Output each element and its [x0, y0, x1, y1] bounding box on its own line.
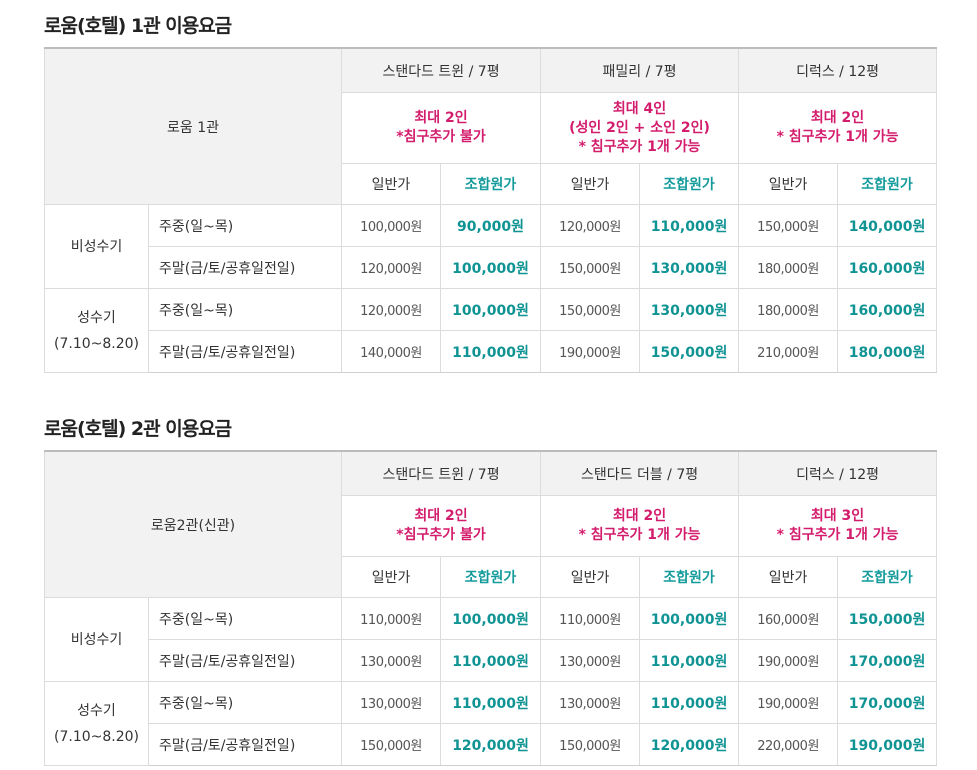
regular-price-header: 일반가	[341, 163, 441, 205]
member-price: 140,000원	[837, 204, 938, 247]
corner-hotel-label: 로움 1관	[44, 47, 342, 205]
regular-price: 130,000원	[540, 681, 641, 724]
member-price-header: 조합원가	[837, 556, 938, 598]
member-price: 180,000원	[837, 330, 938, 373]
member-price-header: 조합원가	[837, 163, 938, 205]
period-label: 주말(금/토/공휴일전일)	[147, 723, 343, 766]
season-label: 비성수기	[44, 204, 149, 289]
member-price: 150,000원	[837, 597, 938, 640]
table-row: 주말(금/토/공휴일전일) 120,000원 100,000원 150,000원…	[45, 246, 938, 289]
room-type-header: 스탠다드 트윈 / 7평	[341, 450, 542, 496]
table-row: 성수기 (7.10~8.20) 주중(일~목) 130,000원 110,000…	[44, 681, 938, 766]
member-price-header: 조합원가	[440, 556, 542, 598]
member-price: 110,000원	[639, 204, 740, 247]
room-capacity: 최대 2인 *침구추가 불가	[340, 92, 542, 164]
regular-price: 220,000원	[738, 723, 839, 766]
period-label: 주중(일~목)	[147, 681, 343, 724]
regular-price: 130,000원	[540, 639, 641, 682]
regular-price: 150,000원	[540, 246, 641, 289]
regular-price-header: 일반가	[738, 556, 839, 598]
season-label: 성수기 (7.10~8.20)	[44, 681, 149, 766]
period-label: 주말(금/토/공휴일전일)	[148, 330, 342, 373]
regular-price-header: 일반가	[540, 556, 641, 598]
room-type-header: 디럭스 / 12평	[738, 450, 938, 496]
table-row: 주말(금/토/공휴일전일) 130,000원 110,000원 130,000원…	[45, 639, 938, 682]
regular-price: 190,000원	[738, 639, 839, 682]
regular-price-header: 일반가	[540, 163, 641, 205]
period-label: 주중(일~목)	[148, 288, 342, 331]
member-price: 100,000원	[440, 597, 542, 640]
member-price: 130,000원	[639, 246, 740, 289]
regular-price: 100,000원	[341, 204, 441, 247]
member-price: 110,000원	[639, 639, 740, 682]
room-type-header: 패밀리 / 7평	[540, 47, 740, 93]
regular-price: 130,000원	[341, 681, 442, 724]
corner-hotel-label: 로움2관(신관)	[43, 450, 343, 598]
rate-table-hall-1: 로움 1관 스탠다드 트윈 / 7평 패밀리 / 7평 디럭스 / 12평 최대…	[44, 47, 938, 373]
member-price: 190,000원	[837, 723, 938, 766]
section-title-hall-1: 로움(호텔) 1관 이용요금	[44, 15, 232, 37]
regular-price-header: 일반가	[738, 163, 839, 205]
member-price: 120,000원	[440, 723, 542, 766]
room-capacity: 최대 3인 * 침구추가 1개 가능	[738, 495, 938, 557]
section-title-hall-2: 로움(호텔) 2관 이용요금	[44, 418, 232, 440]
regular-price: 150,000원	[341, 723, 442, 766]
season-label: 비성수기	[44, 597, 149, 682]
regular-price: 150,000원	[738, 204, 839, 247]
member-price: 110,000원	[639, 681, 740, 724]
member-price: 110,000원	[439, 330, 542, 373]
period-label: 주중(일~목)	[147, 597, 343, 640]
rate-table-hall-2: 로움2관(신관) 스탠다드 트윈 / 7평 스탠다드 더블 / 7평 디럭스 /…	[43, 450, 938, 766]
room-capacity: 최대 2인 *침구추가 불가	[341, 495, 542, 557]
member-price: 120,000원	[639, 723, 740, 766]
room-capacity: 최대 2인 * 침구추가 1개 가능	[540, 495, 740, 557]
member-price: 170,000원	[837, 681, 938, 724]
room-type-header: 디럭스 / 12평	[738, 47, 938, 93]
member-price: 100,000원	[639, 597, 740, 640]
period-label: 주말(금/토/공휴일전일)	[148, 246, 342, 289]
regular-price: 140,000원	[341, 330, 441, 373]
regular-price-header: 일반가	[341, 556, 442, 598]
member-price-header: 조합원가	[639, 556, 740, 598]
regular-price: 110,000원	[341, 597, 442, 640]
room-type-header: 스탠다드 트윈 / 7평	[340, 47, 542, 93]
member-price: 150,000원	[639, 330, 740, 373]
regular-price: 190,000원	[738, 681, 839, 724]
table-row: 비성수기 주중(일~목) 100,000원 90,000원 120,000원 1…	[44, 204, 938, 289]
period-label: 주중(일~목)	[148, 204, 342, 247]
regular-price: 120,000원	[540, 204, 641, 247]
regular-price: 120,000원	[341, 246, 441, 289]
regular-price: 150,000원	[540, 723, 641, 766]
regular-price: 120,000원	[341, 288, 441, 331]
season-label: 성수기 (7.10~8.20)	[44, 288, 149, 373]
regular-price: 130,000원	[341, 639, 442, 682]
table-row: 주말(금/토/공휴일전일) 140,000원 110,000원 190,000원…	[45, 330, 938, 373]
member-price: 160,000원	[837, 288, 938, 331]
member-price: 90,000원	[439, 204, 542, 247]
regular-price: 110,000원	[540, 597, 641, 640]
member-price: 100,000원	[439, 246, 542, 289]
table-row: 성수기 (7.10~8.20) 주중(일~목) 120,000원 100,000…	[44, 288, 938, 373]
member-price-header: 조합원가	[639, 163, 740, 205]
table-row: 주말(금/토/공휴일전일) 150,000원 120,000원 150,000원…	[45, 723, 938, 766]
member-price-header: 조합원가	[439, 163, 542, 205]
regular-price: 160,000원	[738, 597, 839, 640]
period-label: 주말(금/토/공휴일전일)	[147, 639, 343, 682]
regular-price: 180,000원	[738, 288, 839, 331]
table-row: 비성수기 주중(일~목) 110,000원 100,000원 110,000원 …	[44, 597, 938, 682]
member-price: 160,000원	[837, 246, 938, 289]
room-capacity: 최대 2인 * 침구추가 1개 가능	[738, 92, 938, 164]
room-capacity: 최대 4인 (성인 2인 + 소인 2인) * 침구추가 1개 가능	[540, 92, 740, 164]
regular-price: 180,000원	[738, 246, 839, 289]
member-price: 170,000원	[837, 639, 938, 682]
member-price: 130,000원	[639, 288, 740, 331]
member-price: 100,000원	[439, 288, 542, 331]
room-type-header: 스탠다드 더블 / 7평	[540, 450, 740, 496]
member-price: 110,000원	[440, 639, 542, 682]
member-price: 110,000원	[440, 681, 542, 724]
regular-price: 210,000원	[738, 330, 839, 373]
regular-price: 190,000원	[540, 330, 641, 373]
regular-price: 150,000원	[540, 288, 641, 331]
